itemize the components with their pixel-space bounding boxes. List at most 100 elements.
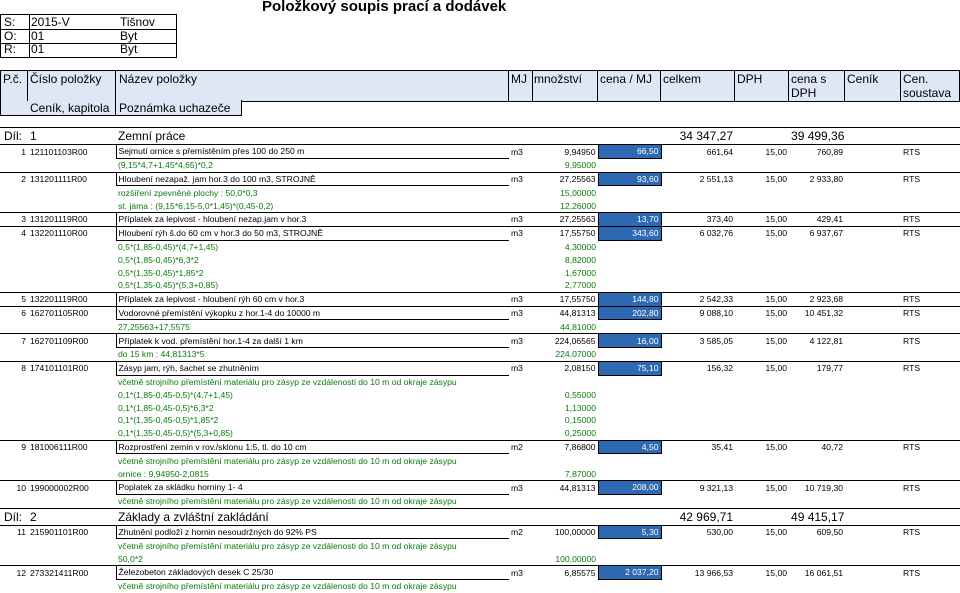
- item-code: 131201111R00: [28, 171, 116, 186]
- item-quantity: 44,81313: [533, 305, 598, 320]
- calc-quantity: 1,67000: [564, 267, 596, 278]
- spacer: [0, 320, 28, 334]
- note-text: včetně strojního přemístění materiálu pr…: [118, 540, 457, 551]
- table-row[interactable]: 5 132201119R00 Příplatek za lepivost - hlo…: [0, 291, 960, 307]
- item-number: 4: [0, 225, 28, 241]
- spacer: [0, 388, 28, 401]
- calc-quantity: 0,55000: [564, 389, 596, 400]
- table-row[interactable]: 2 131201111R00 Hloubení nezapaž. jam hor.3…: [0, 171, 960, 187]
- item-total: 13 966,53: [661, 564, 736, 580]
- item-total: 2 551,13: [661, 171, 736, 186]
- item-code: 181006111R00: [28, 439, 116, 454]
- item-quantity: 44,81313: [533, 479, 598, 495]
- note-text: včetně strojního přemístění materiálu pr…: [118, 376, 457, 387]
- section-spacer: [845, 127, 960, 145]
- spacer: [598, 253, 960, 266]
- table-row[interactable]: 1 121101103R00 Sejmutí ornice s přemístění…: [0, 144, 960, 159]
- table-row[interactable]: 10 199000002R00 Poplatek za skládku hornin…: [0, 479, 960, 495]
- item-name: Rozprostření zemin v rov./sklonu 1:5, tl…: [115, 439, 509, 455]
- calc-quantity: 12,26000: [560, 200, 596, 211]
- col-dph: DPH: [737, 72, 763, 86]
- meta-name-r: Byt: [120, 42, 138, 56]
- calc-formula: do 15 km : 44,81313*5: [118, 349, 205, 360]
- item-total-with-vat: 760,89: [789, 144, 846, 159]
- meta-name-o: Byt: [120, 29, 138, 43]
- item-total-with-vat: 429,41: [789, 211, 846, 227]
- table-row[interactable]: 6 162701105R00 Vodorovné přemístění výkopk…: [0, 305, 960, 321]
- table-row[interactable]: 7 162701109R00 Příplatek k vod. přemístění…: [0, 333, 960, 348]
- col-cen-soustava-2: soustava: [903, 86, 952, 100]
- section-label: Díl:: [0, 507, 28, 526]
- note-row: včetně strojního přemístění materiálu pr…: [0, 539, 960, 552]
- item-code: 273321411R00: [28, 564, 116, 580]
- calc-quantity: 8,82000: [564, 254, 596, 265]
- table-row[interactable]: 12 273321411R00 Železobeton základových de…: [0, 564, 960, 580]
- item-cenik: [845, 360, 902, 376]
- item-price-system: RTS: [901, 524, 960, 539]
- item-cenik: [845, 439, 902, 454]
- spacer: [0, 401, 28, 414]
- item-cenik: [845, 305, 902, 320]
- item-number: 7: [0, 333, 28, 348]
- calc-quantity: 15,00000: [560, 187, 596, 198]
- calc-row: 0,1*(1,35-0,45-0,5)*1,85*2 0,15000: [0, 414, 960, 427]
- calc-row: 0,5*(1,85-0,45)*(4,7+1,45) 4,30000: [0, 240, 960, 253]
- item-unit: m3: [509, 144, 533, 159]
- spacer: [598, 199, 960, 212]
- item-number: 3: [0, 211, 28, 227]
- item-price-system: RTS: [901, 333, 960, 348]
- spacer: [0, 579, 28, 592]
- note-row: včetně strojního přemístění materiálu pr…: [0, 454, 960, 467]
- spacer: [28, 427, 116, 440]
- spacer: [28, 347, 116, 361]
- item-name: Příplatek za lepivost - hloubení rýh 60 …: [115, 291, 509, 307]
- section-total: 34 347,27: [661, 127, 736, 145]
- item-total: 156,32: [661, 360, 736, 376]
- calc-formula: 0,1*(1,85-0,45-0,5)*(4,7+1,45): [118, 389, 233, 400]
- section-total-dph: 39 499,36: [789, 127, 846, 145]
- item-code: 131201119R00: [28, 211, 116, 227]
- spacer: [598, 427, 960, 440]
- note-row: včetně strojního přemístění materiálu pr…: [0, 494, 960, 508]
- calc-formula: 0,1*(1,35-0,45-0,5)*(5,3+0,85): [118, 428, 233, 439]
- item-price-system: RTS: [901, 479, 960, 495]
- item-unit: m2: [509, 524, 533, 539]
- spacer: [0, 186, 28, 199]
- item-unit-price: 93,60: [597, 171, 662, 187]
- item-total: 2 542,33: [661, 291, 736, 307]
- item-total-with-vat: 2 933,80: [789, 171, 846, 186]
- item-unit-price: 144,80: [597, 291, 662, 307]
- item-unit-price: 5,30: [597, 524, 662, 540]
- calc-quantity: 2,77000: [564, 280, 596, 291]
- spacer: [0, 494, 28, 508]
- calc-row: 0,1*(1,85-0,45-0,5)*(4,7+1,45) 0,55000: [0, 388, 960, 401]
- calc-row: 50,0*2 100,00000: [0, 552, 960, 565]
- col-cena-s-dph-2: DPH: [791, 86, 817, 100]
- item-name: Příplatek za lepivost - hloubení nezap.j…: [115, 211, 509, 227]
- item-vat: 15,00: [735, 479, 790, 495]
- section-name: Základy a zvláštní zakládání: [116, 507, 509, 526]
- item-cenik: [845, 564, 902, 580]
- table-row[interactable]: 11 215901101R00 Zhutnění podloží z hornin …: [0, 524, 960, 540]
- item-unit-price: 4,50: [597, 439, 662, 455]
- item-total-with-vat: 10 719,30: [789, 479, 846, 495]
- table-row[interactable]: 4 132201110R00 Hloubení rýh š.do 60 cm v h…: [0, 225, 960, 241]
- item-quantity: 224,06565: [533, 333, 598, 348]
- item-price-system: RTS: [901, 360, 960, 376]
- spacer: [28, 579, 116, 592]
- item-total-with-vat: 2 923,68: [789, 291, 846, 307]
- note-row: včetně strojního přemístění materiálu pr…: [0, 579, 960, 592]
- item-vat: 15,00: [735, 305, 790, 320]
- table-row[interactable]: 3 131201119R00 Příplatek za lepivost - hlo…: [0, 211, 960, 227]
- item-price-system: RTS: [901, 171, 960, 186]
- spacer: [598, 266, 960, 279]
- section-spacer: [845, 507, 960, 526]
- meta-label-o: O:: [4, 29, 17, 43]
- table-row[interactable]: 9 181006111R00 Rozprostření zemin v rov./s…: [0, 439, 960, 455]
- spacer: [598, 414, 960, 427]
- calc-row: 0,5*(1,35-0,45)*1,85*2 1,67000: [0, 266, 960, 279]
- table-row[interactable]: 8 174101101R00 Zásyp jam, rýh, šachet se z…: [0, 360, 960, 376]
- item-quantity: 27,25563: [533, 211, 598, 227]
- item-unit-price: 75,10: [597, 360, 662, 376]
- item-price-system: RTS: [901, 211, 960, 227]
